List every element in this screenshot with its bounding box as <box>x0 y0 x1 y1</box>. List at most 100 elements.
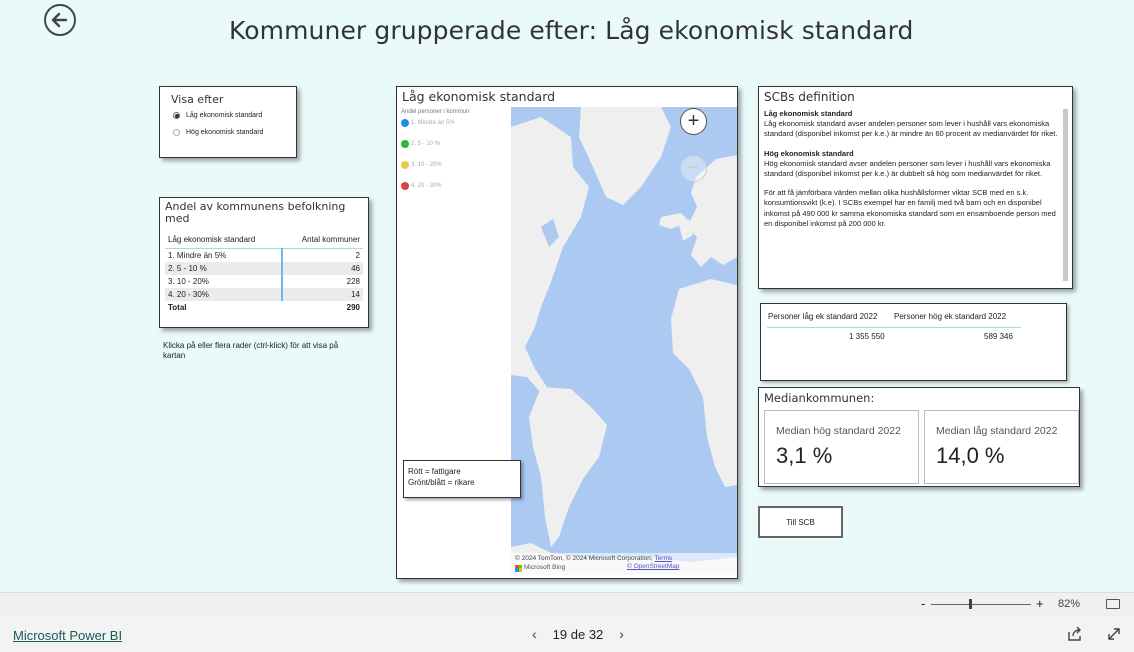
bing-logo-icon <box>515 564 522 572</box>
definition-title: SCBs definition <box>764 90 855 104</box>
low-text: Låg ekonomisk standard avser andelen per… <box>764 119 1058 139</box>
legend-label: 1. Mindre än 5% <box>411 120 455 126</box>
fullscreen-icon[interactable] <box>1106 626 1122 642</box>
row-value: 14 <box>281 287 363 301</box>
legend-dot-icon <box>401 182 409 190</box>
power-bi-link[interactable]: Microsoft Power BI <box>13 628 122 643</box>
radio-selected-icon <box>173 112 180 119</box>
zoom-slider-track[interactable] <box>931 604 1031 605</box>
back-button[interactable] <box>44 4 76 36</box>
persons-low-value: 1 355 550 <box>849 332 885 341</box>
legend-label: 3. 10 - 20% <box>411 162 442 168</box>
total-value: 290 <box>346 302 360 312</box>
kpi-label: Median låg standard 2022 <box>936 425 1058 437</box>
row-value: 2 <box>281 248 363 262</box>
kpi-value: 3,1 % <box>776 443 833 468</box>
table-row[interactable]: 1. Mindre än 5% 2 <box>165 248 363 262</box>
legend-title: Andel personer i kommun <box>401 109 470 115</box>
row-label: 3. 10 - 20% <box>168 276 209 286</box>
legend-dot-icon <box>401 161 409 169</box>
slicer-option-high[interactable]: Hög ekonomisk standard <box>173 129 285 136</box>
zoom-bar: - + 82% <box>0 592 1134 616</box>
group-table: Låg ekonomisk standard Antal kommuner 1.… <box>165 233 363 314</box>
note-line: Rött = fattigare <box>408 467 461 476</box>
map-color-note: Rött = fattigare Grönt/blått = rikare <box>403 460 521 498</box>
definition-body: Låg ekonomisk standard Låg ekonomisk sta… <box>764 109 1060 285</box>
map-canvas[interactable]: + − <box>511 107 737 575</box>
slicer-option-label: Hög ekonomisk standard <box>186 129 264 136</box>
legend-dot-icon <box>401 140 409 148</box>
bing-label: Microsoft Bing <box>524 564 566 571</box>
high-text: Hög ekonomisk standard avser andelen per… <box>764 158 1051 179</box>
zoom-out-control[interactable]: - <box>921 596 925 611</box>
footer-bar: Microsoft Power BI ‹ 19 de 32 › <box>0 616 1134 652</box>
row-label: 2. 5 - 10 % <box>165 261 283 275</box>
high-heading: Hög ekonomisk standard <box>764 148 854 158</box>
page-navigator: ‹ 19 de 32 › <box>532 626 624 642</box>
zoom-out-button[interactable]: − <box>680 155 707 182</box>
legend-item[interactable]: 1. Mindre än 5% <box>401 119 469 127</box>
visa-efter-slicer: Visa efter Låg ekonomisk standard Hög ek… <box>159 86 297 158</box>
column-header[interactable]: Personer hög ek standard 2022 <box>894 312 1006 321</box>
column-header[interactable]: Låg ekonomisk standard <box>165 233 283 249</box>
extra-text: För att få jämförbara värden mellan olik… <box>764 188 1056 228</box>
table-total-row: Total 290 <box>165 301 363 314</box>
page-title: Kommuner grupperade efter: Låg ekonomisk… <box>229 16 914 45</box>
column-header[interactable]: Antal kommuner <box>282 233 363 249</box>
legend-item[interactable]: 2. 5 - 10 % <box>401 140 469 148</box>
legend-label: 2. 5 - 10 % <box>411 141 441 147</box>
share-icon[interactable] <box>1067 626 1083 642</box>
table-hint-text: Klicka på eller flera rader (ctrl-klick)… <box>163 341 339 360</box>
group-table-title: Andel av kommunens befolkning med <box>165 200 346 225</box>
persons-high-value: 589 346 <box>984 332 1013 341</box>
persons-table-card: Personer låg ek standard 2022 Personer h… <box>760 303 1067 381</box>
row-value: 46 <box>281 261 363 275</box>
prev-page-button[interactable]: ‹ <box>532 626 537 642</box>
note-line: Grönt/blått = rikare <box>408 478 475 487</box>
map-title: Låg ekonomisk standard <box>402 89 556 104</box>
osm-link[interactable]: © OpenStreetMap <box>627 563 679 570</box>
table-row[interactable]: 3. 10 - 20% 228 <box>165 274 363 288</box>
legend-item[interactable]: 3. 10 - 20% <box>401 161 469 169</box>
slicer-option-label: Låg ekonomisk standard <box>186 112 263 119</box>
attribution-text: © 2024 TomTom, © 2024 Microsoft Corporat… <box>515 555 651 562</box>
row-label: 1. Mindre än 5% <box>168 250 227 260</box>
slicer-title: Visa efter <box>171 93 224 106</box>
arrow-left-circle-icon <box>51 12 68 28</box>
low-heading: Låg ekonomisk standard <box>764 109 853 118</box>
map-attribution: © 2024 TomTom, © 2024 Microsoft Corporat… <box>511 553 737 575</box>
zoom-in-control[interactable]: + <box>1036 596 1044 611</box>
legend-dot-icon <box>401 119 409 127</box>
zoom-in-button[interactable]: + <box>680 108 707 135</box>
legend-item[interactable]: 4. 20 - 30% <box>401 182 469 190</box>
map-visual: Låg ekonomisk standard Andel personer i … <box>396 86 738 579</box>
total-label: Total <box>168 302 187 312</box>
median-title: Mediankommunen: <box>764 391 875 405</box>
group-table-card: Andel av kommunens befolkning med Låg ek… <box>159 197 369 328</box>
header-divider <box>767 327 1021 328</box>
legend-label: 4. 20 - 30% <box>411 183 442 189</box>
till-scb-button[interactable]: Till SCB <box>758 506 843 538</box>
map-legend: Andel personer i kommun 1. Mindre än 5% … <box>401 109 469 203</box>
median-card: Mediankommunen: Median hög standard 2022… <box>758 387 1080 487</box>
kpi-value: 14,0 % <box>936 443 1005 468</box>
definition-scrollbar[interactable] <box>1063 109 1068 281</box>
kpi-median-low: Median låg standard 2022 14,0 % <box>924 410 1079 484</box>
zoom-percent: 82% <box>1058 598 1081 610</box>
row-value: 228 <box>281 274 363 288</box>
next-page-button[interactable]: › <box>619 626 624 642</box>
table-row[interactable]: 2. 5 - 10 % 46 <box>165 261 363 275</box>
report-canvas: Kommuner grupperade efter: Låg ekonomisk… <box>0 0 1134 592</box>
bing-logo: Microsoft Bing <box>515 564 565 572</box>
table-row[interactable]: 4. 20 - 30% 14 <box>165 287 363 301</box>
kpi-median-high: Median hög standard 2022 3,1 % <box>764 410 919 484</box>
slicer-option-low[interactable]: Låg ekonomisk standard <box>173 112 285 119</box>
minus-icon: − <box>687 157 700 179</box>
radio-unselected-icon <box>173 129 180 136</box>
zoom-slider-thumb[interactable] <box>969 599 972 609</box>
kpi-label: Median hög standard 2022 <box>776 425 901 437</box>
column-header[interactable]: Personer låg ek standard 2022 <box>768 312 877 321</box>
terms-link[interactable]: Terms <box>654 555 672 562</box>
page-indicator: 19 de 32 <box>552 626 604 642</box>
fit-to-page-icon[interactable] <box>1106 599 1120 609</box>
